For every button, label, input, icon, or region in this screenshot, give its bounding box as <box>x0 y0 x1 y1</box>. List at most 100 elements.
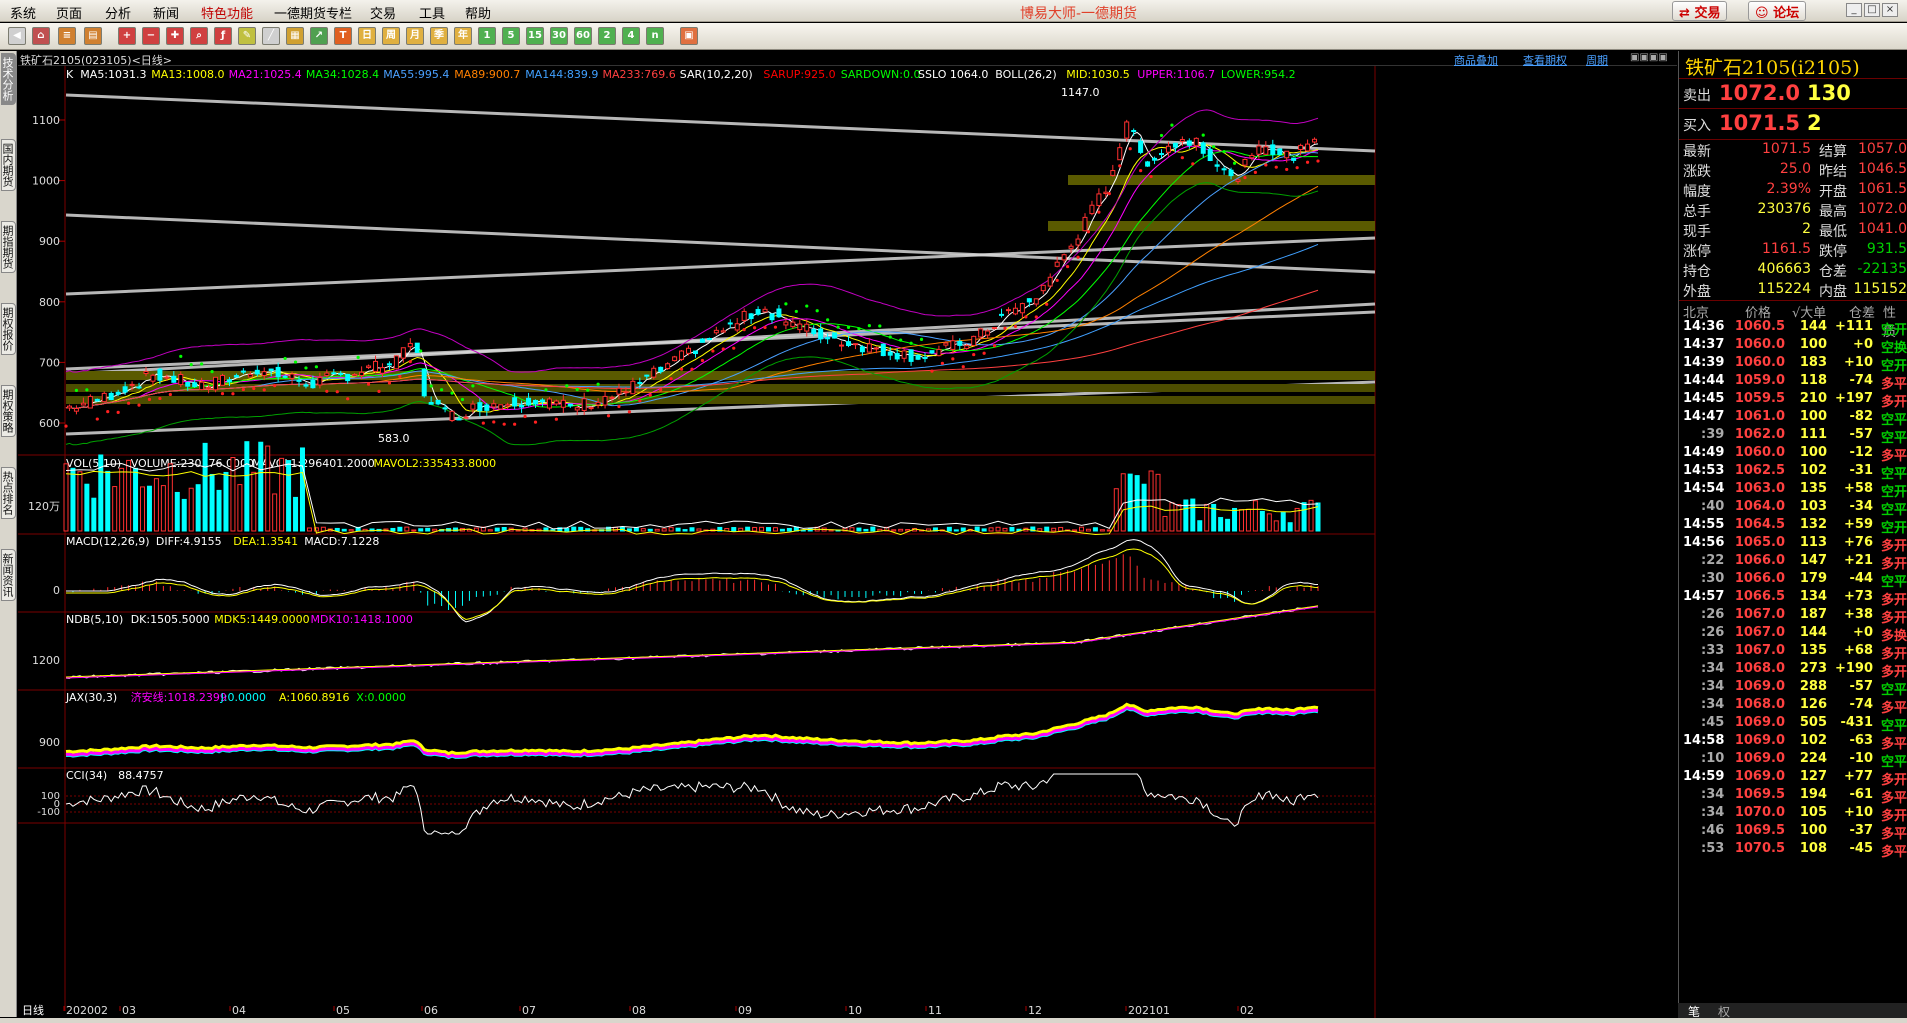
sar-dot <box>575 387 579 392</box>
search-icon[interactable]: ⌕ <box>190 27 208 45</box>
period-4h-icon[interactable]: 4 <box>622 27 640 45</box>
candle-body <box>1263 146 1269 155</box>
candle-body <box>804 323 810 332</box>
stat-label-2: 最低 <box>1819 224 1847 240</box>
tick-p: 1069.0 <box>1734 733 1785 748</box>
menu-tools[interactable]: 工具 <box>419 3 445 22</box>
volume-bar <box>745 526 751 532</box>
menu-news[interactable]: 新闻 <box>153 3 179 22</box>
period-15min-button[interactable]: 15 <box>526 27 544 45</box>
tick-t: 14:55 <box>1683 517 1725 532</box>
tab-domestic-futures[interactable]: 国内期货 <box>1 139 16 191</box>
candle-body <box>769 313 775 321</box>
ndb-legend: MDK10:1418.1000 <box>311 613 413 626</box>
menu-system[interactable]: 系统 <box>10 3 36 22</box>
volume-bar <box>1301 502 1307 532</box>
period-month-button[interactable]: 月 <box>406 27 424 45</box>
tick-p: 1060.0 <box>1734 355 1785 370</box>
candle-body <box>171 375 177 383</box>
panel-controls-icon[interactable]: ▣▣▣▣ <box>1630 52 1668 63</box>
tab-options-strategy[interactable]: 期权策略 <box>1 385 16 437</box>
home-icon[interactable]: ⌂ <box>32 27 50 45</box>
menu-page[interactable]: 页面 <box>56 3 82 22</box>
restore-button[interactable]: □ <box>1864 3 1880 17</box>
crosshair-icon[interactable]: ✚ <box>166 27 184 45</box>
sar-dot <box>596 382 600 386</box>
open-icon[interactable]: ▤ <box>84 27 102 45</box>
tab-options-quote[interactable]: 期权报价 <box>1 303 16 355</box>
table-icon[interactable]: ▦ <box>286 27 304 45</box>
tick-d: -37 <box>1849 823 1874 838</box>
trend-icon[interactable]: ↗ <box>310 27 328 45</box>
period-year-button[interactable]: 年 <box>454 27 472 45</box>
tick-v: 144 <box>1799 319 1827 334</box>
tab-hot-ranking[interactable]: 热点排名 <box>1 467 16 519</box>
candle-body <box>846 341 851 347</box>
line-chart-icon[interactable]: ╱ <box>262 27 280 45</box>
quote-list-icon[interactable]: ≡ <box>58 27 76 45</box>
tab-news[interactable]: 新闻资讯 <box>1 549 16 601</box>
menu-analysis[interactable]: 分析 <box>105 3 131 22</box>
candle-body <box>519 404 525 408</box>
candle-body <box>226 379 232 383</box>
stat-value: 115224 <box>1757 281 1811 297</box>
period-quarter-button[interactable]: 季 <box>430 27 448 45</box>
tick-p: 1060.0 <box>1734 445 1785 460</box>
menu-special[interactable]: 特色功能 <box>201 3 253 22</box>
ask-row[interactable]: 卖出 1072.0 130 <box>1679 78 1907 108</box>
zoom-out-icon[interactable]: − <box>142 27 160 45</box>
tab-index-futures[interactable]: 期指期货 <box>1 221 16 273</box>
volume-bar <box>84 483 90 532</box>
period-daily-icon[interactable]: 日 <box>358 27 376 45</box>
forum-button[interactable]: ☺ 论坛 <box>1748 1 1807 21</box>
period-30min-button[interactable]: 30 <box>550 27 568 45</box>
candle-body <box>213 376 219 391</box>
draw-icon[interactable]: ✎ <box>238 27 256 45</box>
volume-bar <box>418 528 424 532</box>
tick-p: 1069.0 <box>1734 751 1785 766</box>
stat-label: 幅度 <box>1683 184 1711 200</box>
period-60min-button[interactable]: 60 <box>574 27 592 45</box>
menu-trade[interactable]: 交易 <box>370 3 396 22</box>
tick-list[interactable]: 14:36 1060.5 144 +111 空开 14:37 1060.0 100 +0 空换 14… <box>1679 317 1907 1001</box>
chart-area[interactable]: 铁矿石2105(023105)<日线> 商品叠加 查看期权 周期 ▣▣▣▣ KM… <box>18 51 1677 1018</box>
candle-body <box>1012 307 1018 315</box>
period-5min-button[interactable]: 5 <box>502 27 520 45</box>
sar-dot <box>147 397 152 401</box>
stat-value: 230376 <box>1757 201 1811 217</box>
indicator-icon[interactable]: ƒ <box>214 27 232 45</box>
back-icon[interactable]: ◀ <box>8 27 26 45</box>
candle-body <box>727 322 733 325</box>
zoom-in-icon[interactable]: + <box>118 27 136 45</box>
bid-row[interactable]: 买入 1071.5 2 <box>1679 108 1907 138</box>
volume-bar <box>306 527 312 532</box>
volume-bar <box>425 527 431 532</box>
tick-v: 111 <box>1799 427 1827 442</box>
candle-body <box>393 355 399 370</box>
sar-dot <box>450 391 454 395</box>
sar-dot <box>1076 255 1080 259</box>
period-custom-icon[interactable]: n <box>646 27 664 45</box>
ma-legend: SSLO 1064.0 <box>918 68 988 81</box>
candle-body <box>115 391 121 395</box>
period-week-button[interactable]: 周 <box>382 27 400 45</box>
stat-value-2: 1057.0 <box>1858 141 1907 157</box>
candle-body <box>1152 157 1158 161</box>
tick-icon[interactable]: T <box>334 27 352 45</box>
period-2h-icon[interactable]: 2 <box>598 27 616 45</box>
menu-yide-column[interactable]: 一德期货专栏 <box>274 3 352 22</box>
period-1min-button[interactable]: 1 <box>478 27 496 45</box>
tick-p: 1070.0 <box>1734 805 1785 820</box>
layout-icon[interactable]: ▣ <box>680 27 698 45</box>
menu-help[interactable]: 帮助 <box>465 3 491 22</box>
minimize-button[interactable]: _ <box>1846 3 1862 17</box>
tick-d: -12 <box>1849 445 1874 460</box>
tab-technical-analysis[interactable]: 技术分析 <box>1 53 16 105</box>
candle-body <box>331 372 337 375</box>
close-button[interactable]: × <box>1882 3 1898 17</box>
kline-chart[interactable]: K MA5:1031.3 MA13:1008.0 MA21:1025.4 MA34:10… <box>18 66 1677 1018</box>
trade-button[interactable]: ⇄ 交易 <box>1672 1 1728 21</box>
macd-legend: MACD:7.1228 <box>304 535 379 548</box>
candle-body <box>741 310 747 321</box>
sar-dot <box>1170 123 1174 127</box>
